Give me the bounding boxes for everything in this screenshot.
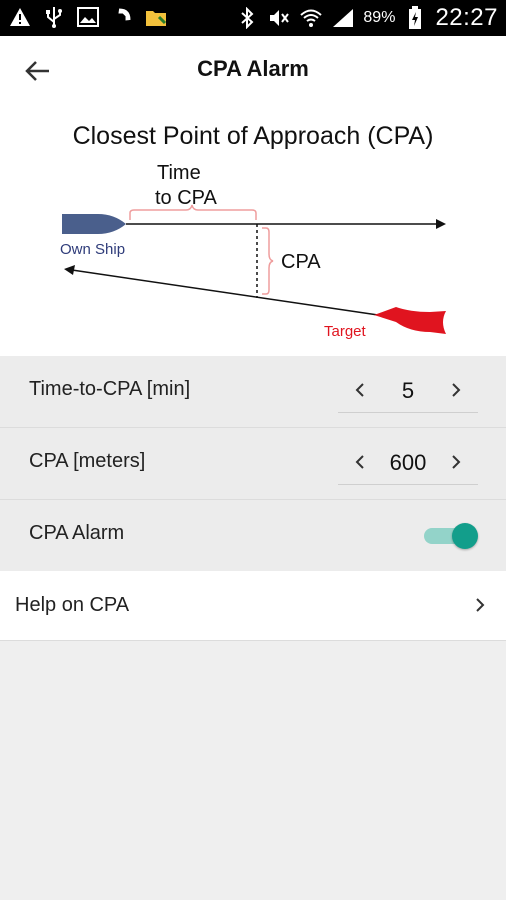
signal-icon <box>331 6 355 30</box>
cpa-alarm-row: CPA Alarm <box>0 500 506 572</box>
cpa-label: CPA <box>281 251 321 273</box>
cpa-alarm-toggle[interactable] <box>422 523 478 549</box>
time-to-cpa-label: Time-to-CPA [min] <box>29 378 191 400</box>
time-to-cpa-row: Time-to-CPA [min] 5 <box>0 356 506 428</box>
cpa-meters-row: CPA [meters] 600 <box>0 428 506 500</box>
toggle-thumb <box>452 523 478 549</box>
own-ship-label: Own Ship <box>60 241 125 258</box>
target-arrowhead <box>64 265 75 275</box>
time-label-line2: to CPA <box>155 187 218 209</box>
battery-percent: 89% <box>363 9 396 26</box>
page-title: CPA Alarm <box>197 56 309 81</box>
own-ship-arrowhead <box>436 219 446 229</box>
status-bar: 89% 22:27 <box>0 0 506 36</box>
notification-icons <box>8 5 168 29</box>
chevron-right-icon <box>470 595 490 615</box>
wifi-icon <box>299 6 323 30</box>
cpa-brace <box>262 227 274 295</box>
chevron-right-icon <box>452 383 461 397</box>
clock: 22:27 <box>435 4 498 31</box>
target-shape <box>374 307 446 334</box>
settings-list: Time-to-CPA [min] 5 CPA [meters] 600 CPA… <box>0 356 506 572</box>
target-label: Target <box>324 323 367 340</box>
cpa-meters-stepper: 600 <box>338 442 478 485</box>
own-ship-shape <box>62 214 126 234</box>
target-course <box>71 269 379 316</box>
phone-missed-icon <box>110 5 134 29</box>
help-on-cpa-label: Help on CPA <box>15 594 130 616</box>
cpa-diagram-graphic: Time to CPA CPA Own Ship Target <box>60 162 446 340</box>
bluetooth-icon <box>235 6 259 30</box>
help-on-cpa-item[interactable]: Help on CPA <box>0 571 506 641</box>
time-to-cpa-increment-button[interactable] <box>446 380 466 400</box>
cpa-alarm-label: CPA Alarm <box>29 522 125 544</box>
warning-icon <box>8 5 32 29</box>
chevron-right-icon <box>452 455 461 469</box>
app-bar: CPA Alarm <box>0 36 506 102</box>
cpa-diagram: Closest Point of Approach (CPA) Time to … <box>0 102 506 356</box>
system-icons: 89% 22:27 <box>235 0 498 36</box>
time-to-cpa-stepper: 5 <box>338 370 478 413</box>
cpa-meters-label: CPA [meters] <box>29 450 146 472</box>
cpa-meters-increment-button[interactable] <box>446 452 466 472</box>
battery-charging-icon <box>403 6 427 30</box>
folder-icon <box>144 5 168 29</box>
mute-icon <box>267 6 291 30</box>
time-label-line1: Time <box>157 162 201 184</box>
image-icon <box>76 5 100 29</box>
usb-icon <box>42 5 66 29</box>
